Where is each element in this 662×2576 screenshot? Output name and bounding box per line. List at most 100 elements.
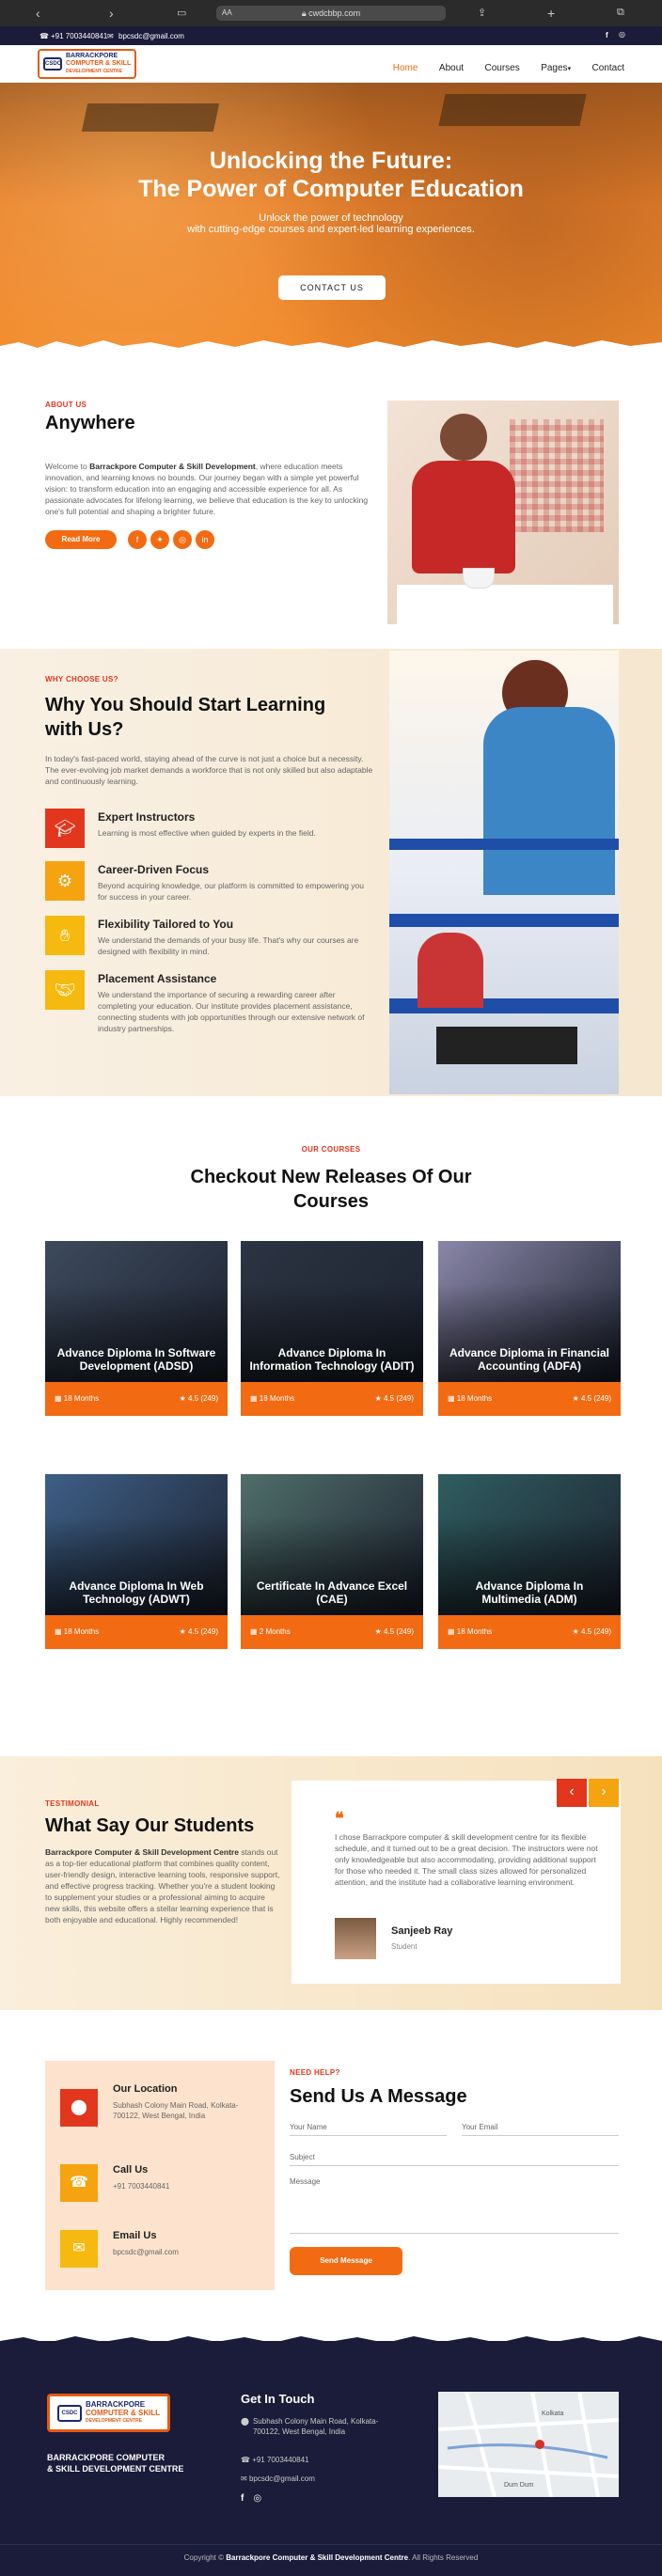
course-rating: ★ 4.5 (249): [573, 1394, 611, 1403]
main-navbar: CSDC BARRACKPORE COMPUTER & SKILL DEVELO…: [0, 45, 662, 83]
message-field[interactable]: Message: [290, 2177, 619, 2234]
forward-icon[interactable]: ›: [109, 6, 114, 21]
course-card[interactable]: Advance Diploma In Web Technology (ADWT)…: [45, 1474, 228, 1649]
nav-pages[interactable]: Pages▾: [541, 63, 571, 73]
logo-mark: CSDC: [43, 57, 62, 71]
linkedin-icon[interactable]: in: [196, 530, 214, 549]
back-icon[interactable]: ‹: [36, 6, 40, 21]
contact-info-card: ⬤ Our Location Subhash Colony Main Road,…: [45, 2061, 275, 2290]
desk-row-shape: [389, 914, 619, 927]
email-text[interactable]: bpcsdc@gmail.com: [113, 2247, 179, 2258]
name-field[interactable]: Your Name: [290, 2123, 447, 2136]
contact-form: NEED HELP? Send Us A Message Your Name Y…: [290, 2068, 619, 2275]
instagram-icon[interactable]: ◎: [619, 30, 625, 39]
topbar-email[interactable]: bpcsdc@gmail.com: [118, 32, 184, 40]
logo-line-3: DEVELOPMENT CENTRE: [66, 69, 123, 74]
why-text-block: WHY CHOOSE US? Why You Should Start Lear…: [45, 675, 374, 787]
facebook-icon[interactable]: f: [606, 31, 608, 39]
hero-title-1: Unlocking the Future:: [209, 148, 453, 174]
footer-get-in-touch: Get In Touch: [241, 2392, 315, 2406]
location-title: Our Location: [113, 2083, 178, 2095]
contact-us-button[interactable]: CONTACT US: [278, 275, 386, 300]
mail-icon: ✉: [107, 32, 114, 40]
email-field[interactable]: Your Email: [462, 2123, 619, 2136]
topbar-phone[interactable]: +91 7003440841: [51, 32, 107, 40]
site-logo[interactable]: CSDC BARRACKPORE COMPUTER & SKILL DEVELO…: [38, 49, 137, 79]
logo-line-2: COMPUTER & SKILL: [86, 2409, 161, 2417]
feature-title: Career-Driven Focus: [98, 863, 210, 876]
star-icon: ★: [374, 1394, 384, 1403]
reader-icon[interactable]: AA: [222, 6, 232, 21]
course-rating: ★ 4.5 (249): [375, 1394, 414, 1403]
course-duration: ▦ 18 Months: [55, 1627, 99, 1636]
avatar: [335, 1918, 376, 1959]
nav-about[interactable]: About: [439, 63, 464, 73]
sidebar-icon[interactable]: ▭: [177, 7, 186, 19]
feature-title: Placement Assistance: [98, 972, 217, 985]
why-title-1: Why You Should Start Learning: [45, 695, 326, 715]
twitter-icon[interactable]: ✦: [150, 530, 169, 549]
testimonial-text-block: TESTIMONIAL What Say Our Students Barrac…: [45, 1799, 280, 1925]
hero-title-2: The Power of Computer Education: [138, 176, 524, 202]
course-duration: ▦ 18 Months: [448, 1627, 492, 1636]
about-p-lead: Welcome to: [45, 462, 90, 471]
subject-field[interactable]: Subject: [290, 2153, 619, 2166]
about-title: Anywhere: [45, 413, 135, 433]
course-title: Advance Diploma in Financial Accounting …: [449, 1346, 610, 1373]
hero-section: Unlocking the Future: The Power of Compu…: [0, 83, 662, 355]
nav-courses[interactable]: Courses: [485, 63, 520, 73]
prev-arrow-button[interactable]: ‹: [557, 1779, 587, 1807]
footer-logo[interactable]: CSDC BARRACKPORE COMPUTER & SKILL DEVELO…: [47, 2394, 171, 2432]
course-card[interactable]: Advance Diploma in Financial Accounting …: [438, 1241, 621, 1416]
tabs-icon[interactable]: ⧉: [617, 7, 624, 19]
feature-title: Expert Instructors: [98, 810, 196, 824]
caret-down-icon: ▾: [567, 66, 572, 72]
course-footer: ▦ 18 Months ★ 4.5 (249): [241, 1382, 423, 1416]
next-arrow-button[interactable]: ›: [589, 1779, 619, 1807]
course-duration: ▦ 18 Months: [250, 1394, 294, 1403]
feature-title: Flexibility Tailored to You: [98, 918, 234, 931]
facebook-icon[interactable]: f: [128, 530, 147, 549]
course-title: Certificate In Advance Excel (CAE): [256, 1579, 408, 1606]
woman-head-shape: [440, 414, 487, 461]
nav-home[interactable]: Home: [393, 63, 418, 73]
course-title: Advance Diploma In Web Technology (ADWT): [69, 1579, 204, 1606]
call-text[interactable]: +91 7003440841: [113, 2181, 169, 2192]
about-image: [387, 401, 619, 624]
copyright-pre: Copyright ©: [183, 2553, 227, 2562]
course-duration-text: 18 Months: [63, 1394, 100, 1403]
footer-email[interactable]: ✉ bpcsdc@gmail.com: [241, 2474, 315, 2483]
share-icon[interactable]: ⇪: [478, 7, 486, 19]
course-card[interactable]: Certificate In Advance Excel (CAE) ▦ 2 Mo…: [241, 1474, 423, 1649]
instagram-icon[interactable]: ◎: [253, 2493, 261, 2504]
course-duration-text: 18 Months: [63, 1627, 100, 1636]
send-message-button[interactable]: Send Message: [290, 2247, 402, 2275]
course-card[interactable]: Advance Diploma In Software Development …: [45, 1241, 228, 1416]
instagram-icon[interactable]: ◎: [173, 530, 192, 549]
feature-text: Beyond acquiring knowledge, our platform…: [98, 881, 365, 902]
course-card[interactable]: Advance Diploma In Information Technolog…: [241, 1241, 423, 1416]
laptop-shape: [436, 1027, 577, 1064]
facebook-icon[interactable]: f: [241, 2493, 244, 2504]
testimonial-name: Sanjeeb Ray: [391, 1925, 453, 1937]
course-duration-text: 18 Months: [259, 1394, 295, 1403]
new-tab-icon[interactable]: +: [547, 6, 555, 21]
logo-line-3: DEVELOPMENT CENTRE: [86, 2418, 143, 2424]
course-card[interactable]: Advance Diploma In Multimedia (ADM) ▦ 18 …: [438, 1474, 621, 1649]
table-shape: [397, 585, 613, 624]
about-kicker: ABOUT US: [45, 401, 87, 409]
logo-line-2: COMPUTER & SKILL: [66, 60, 132, 67]
address-bar[interactable]: AA 🔒︎ cwdcbbp.com: [216, 6, 446, 21]
location-map[interactable]: Kolkata Dum Dum: [438, 2392, 619, 2497]
course-footer: ▦ 2 Months ★ 4.5 (249): [241, 1615, 423, 1649]
calendar-icon: ▦: [55, 1627, 64, 1636]
logo-mark: CSDC: [57, 2404, 82, 2422]
gear-icon: ⚙︎: [45, 861, 85, 901]
about-brand: Barrackpore Computer & Skill Development: [89, 462, 256, 471]
read-more-button[interactable]: Read More: [45, 530, 117, 549]
nav-contact[interactable]: Contact: [592, 63, 624, 73]
logo-text: BARRACKPORE COMPUTER & SKILL DEVELOPMENT…: [86, 2400, 160, 2426]
feature-text: We understand the importance of securing…: [98, 990, 365, 1033]
course-rating-text: 4.5 (249): [580, 1394, 611, 1403]
footer-phone[interactable]: ☎ +91 7003440841: [241, 2456, 308, 2464]
